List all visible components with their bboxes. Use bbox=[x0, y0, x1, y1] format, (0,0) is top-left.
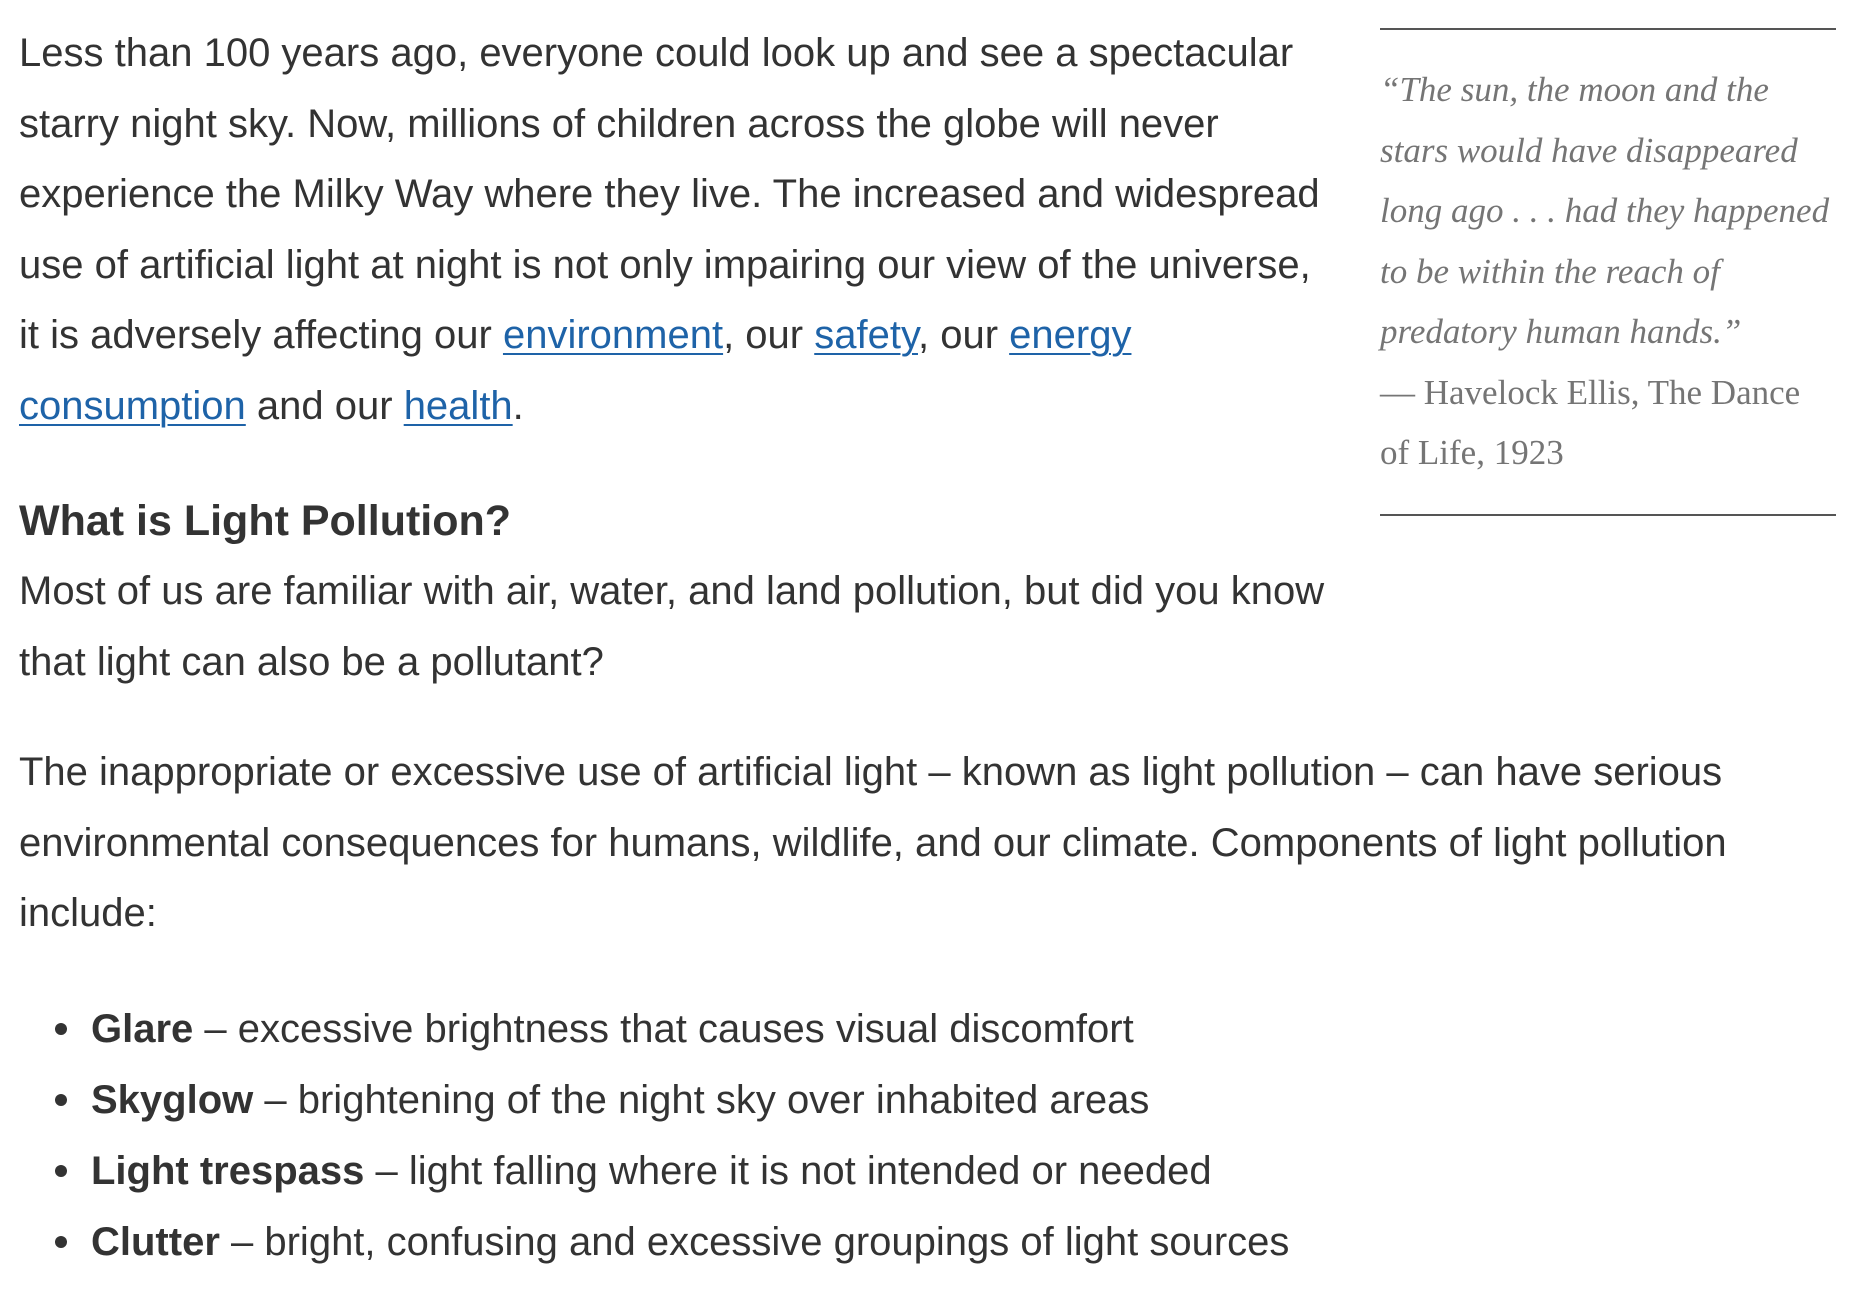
list-item: Skyglow – brightening of the night sky o… bbox=[55, 1065, 1819, 1136]
pull-quote: “The sun, the moon and the stars would h… bbox=[1380, 28, 1836, 516]
component-description: – brightening of the night sky over inha… bbox=[253, 1077, 1150, 1122]
component-description: – excessive brightness that causes visua… bbox=[193, 1006, 1134, 1051]
light-pollution-question-paragraph: Most of us are familiar with air, water,… bbox=[19, 569, 1325, 684]
components-list: Glare – excessive brightness that causes… bbox=[19, 994, 1819, 1278]
intro-separator: , our bbox=[917, 313, 1010, 357]
component-description: – bright, confusing and excessive groupi… bbox=[219, 1219, 1290, 1264]
bullet-icon bbox=[55, 1093, 67, 1106]
bullet-icon bbox=[55, 1164, 67, 1177]
list-item: Clutter – bright, confusing and excessiv… bbox=[55, 1207, 1819, 1278]
component-term: Skyglow bbox=[91, 1077, 254, 1122]
component-term: Glare bbox=[91, 1006, 194, 1051]
intro-text: Less than 100 years ago, everyone could … bbox=[19, 31, 1320, 357]
health-link[interactable]: health bbox=[404, 384, 513, 428]
component-description: – light falling where it is not intended… bbox=[364, 1148, 1212, 1193]
environment-link[interactable]: environment bbox=[503, 313, 723, 357]
intro-separator: and our bbox=[245, 383, 404, 428]
light-pollution-definition-paragraph: The inappropriate or excessive use of ar… bbox=[19, 750, 1727, 935]
intro-end: . bbox=[512, 383, 524, 428]
bullet-icon bbox=[55, 1235, 67, 1248]
component-term: Clutter bbox=[91, 1219, 220, 1264]
safety-link[interactable]: safety bbox=[814, 313, 918, 357]
quote-attribution: — Havelock Ellis, The Dance of Life, 192… bbox=[1380, 372, 1801, 473]
bullet-icon bbox=[55, 1022, 67, 1035]
quote-text: “The sun, the moon and the stars would h… bbox=[1380, 70, 1830, 351]
component-term: Light trespass bbox=[91, 1148, 365, 1193]
intro-paragraph: Less than 100 years ago, everyone could … bbox=[19, 18, 1329, 441]
list-item: Glare – excessive brightness that causes… bbox=[55, 994, 1819, 1065]
section-heading: What is Light Pollution? bbox=[19, 497, 512, 545]
list-item: Light trespass – light falling where it … bbox=[55, 1136, 1819, 1207]
intro-separator: , our bbox=[723, 313, 815, 357]
